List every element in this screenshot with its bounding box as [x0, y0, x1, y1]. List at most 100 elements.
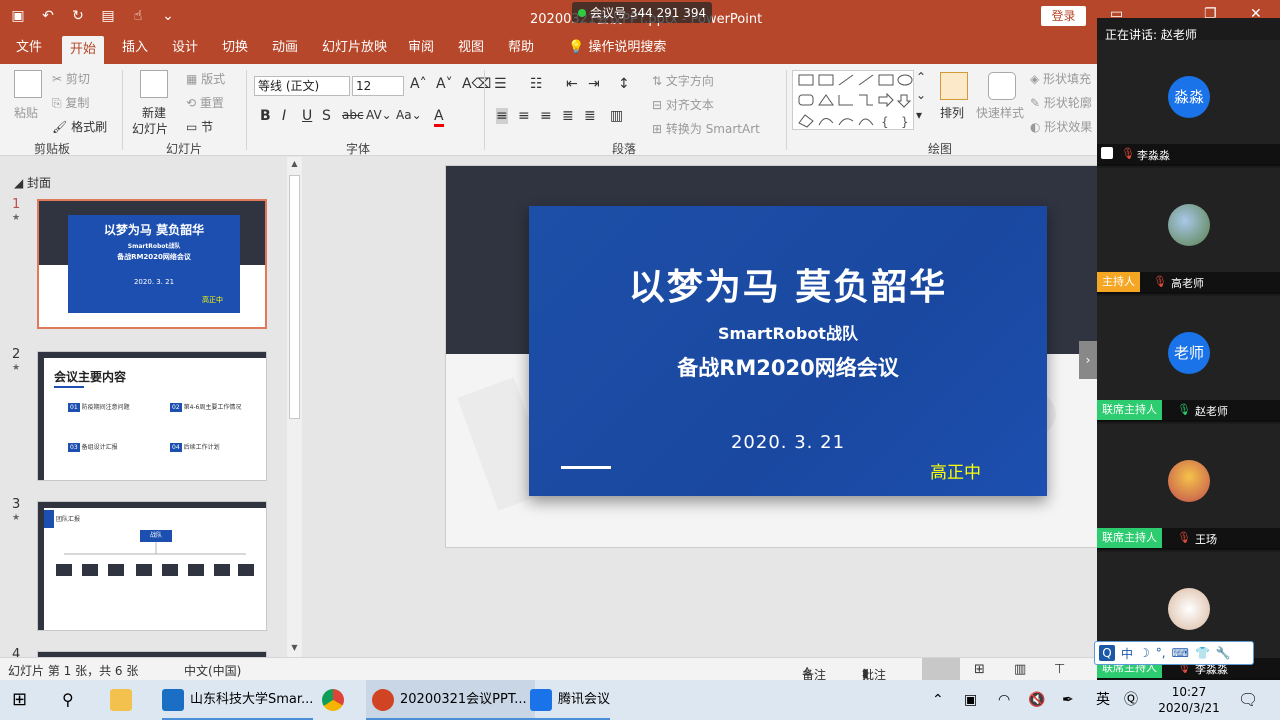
shape-gallery[interactable]: { }	[792, 70, 914, 130]
ime-mode-button[interactable]: 中	[1121, 645, 1133, 662]
clear-format-icon[interactable]: A⌫	[462, 76, 491, 92]
text-direction-button[interactable]: ⇅ 文字方向	[652, 72, 714, 89]
scroll-down-icon[interactable]: ▼	[287, 643, 302, 657]
new-slide-label-2[interactable]: 幻灯片	[132, 120, 168, 137]
decrease-indent-icon[interactable]: ⇤	[566, 76, 578, 92]
reset-button[interactable]: ⟲ 重置	[186, 94, 224, 111]
increase-font-icon[interactable]: A˄	[410, 76, 427, 92]
shape-more-icon[interactable]: ▾	[916, 108, 922, 122]
touch-mode-icon[interactable]: ☝	[128, 6, 148, 26]
line-spacing-icon[interactable]: ↕	[618, 76, 630, 92]
ime-tray-icon[interactable]: 英	[1096, 680, 1110, 720]
paste-icon[interactable]	[14, 70, 42, 98]
tray-expand-icon[interactable]: ⌃	[932, 680, 944, 720]
paste-button[interactable]: 粘贴	[14, 104, 38, 121]
quick-styles-icon[interactable]	[988, 72, 1016, 100]
justify-icon[interactable]: ≣	[562, 108, 574, 124]
thumbnail-scrollbar[interactable]: ▲ ▼	[287, 157, 302, 657]
present-icon[interactable]: ▤	[98, 6, 118, 26]
tab-search[interactable]: 💡 操作说明搜索	[560, 32, 674, 64]
smartart-button[interactable]: ⊞ 转换为 SmartArt	[652, 120, 760, 137]
cut-button[interactable]: ✂ 剪切	[52, 70, 90, 87]
punctuation-icon[interactable]: °,	[1156, 646, 1166, 660]
change-case-icon[interactable]: Aa⌄	[396, 108, 422, 122]
slide-title[interactable]: 以梦为马 莫负韶华	[529, 258, 1047, 310]
language-indicator[interactable]: 中文(中国)	[184, 662, 241, 679]
pen-tray-icon[interactable]: ✒	[1062, 680, 1074, 720]
windows-start-icon[interactable]: ⊞	[12, 680, 27, 720]
underline-icon[interactable]: U	[302, 108, 312, 124]
customize-qat-icon[interactable]: ⌄	[158, 6, 178, 26]
ime-toolbar[interactable]: Q 中 ☽ °, ⌨ 👕 🔧	[1094, 641, 1254, 665]
tab-help[interactable]: 帮助	[500, 32, 542, 64]
font-color-icon[interactable]: A	[434, 108, 444, 127]
taskbar-edge-window[interactable]: 山东科技大学Smar...	[162, 680, 314, 720]
font-size-select[interactable]: 12	[352, 76, 404, 96]
normal-view-icon[interactable]	[922, 658, 960, 680]
shape-scroll-down-icon[interactable]: ⌄	[916, 88, 926, 102]
shape-outline-button[interactable]: ✎ 形状轮廓	[1030, 94, 1092, 111]
numbering-icon[interactable]: ☷	[530, 76, 543, 92]
shape-fill-button[interactable]: ◈ 形状填充	[1030, 70, 1091, 87]
char-spacing-icon[interactable]: AV⌄	[366, 108, 392, 122]
chrome-icon[interactable]	[322, 680, 350, 720]
shape-scroll-up-icon[interactable]: ⌃	[916, 70, 926, 84]
system-clock[interactable]: 10:27 2020/3/21	[1157, 684, 1221, 716]
copy-button[interactable]: ⎘ 复制	[52, 94, 89, 111]
distributed-icon[interactable]: ≣	[584, 108, 596, 124]
title-slide[interactable]: 以梦为马 莫负韶华 SmartRobot战队 备战RM2020网络会议 2020…	[529, 206, 1047, 496]
reading-view-icon[interactable]: ▥	[1014, 662, 1026, 677]
file-explorer-icon[interactable]	[110, 680, 138, 720]
arrange-icon[interactable]	[940, 72, 968, 100]
notification-icon[interactable]: 🗨	[1238, 680, 1258, 720]
align-center-icon[interactable]: ≡	[518, 108, 530, 124]
tab-slideshow[interactable]: 幻灯片放映	[314, 32, 395, 64]
keyboard-icon[interactable]: ⌨	[1172, 646, 1189, 660]
bold-icon[interactable]: B	[260, 108, 271, 124]
italic-icon[interactable]: I	[282, 108, 286, 124]
arrange-button[interactable]: 排列	[940, 104, 964, 121]
next-slide-arrow-icon[interactable]: ›	[1079, 341, 1097, 379]
participant-tile[interactable]: 淼淼 🎙 李淼淼	[1097, 40, 1280, 166]
align-text-button[interactable]: ⊟ 对齐文本	[652, 96, 714, 113]
slide-thumb-3[interactable]: 团队汇报 战队	[37, 501, 267, 631]
slideshow-view-icon[interactable]: ⊤	[1054, 662, 1065, 677]
slide-subtitle-meeting[interactable]: 备战RM2020网络会议	[529, 352, 1047, 382]
participant-tile[interactable]: 主持人 🎙 高老师	[1097, 168, 1280, 294]
undo-icon[interactable]: ↶	[38, 6, 58, 26]
redo-icon[interactable]: ↻	[68, 6, 88, 26]
shadow-icon[interactable]: S	[322, 108, 331, 124]
new-slide-icon[interactable]	[140, 70, 168, 98]
decrease-font-icon[interactable]: A˅	[436, 76, 453, 92]
slide-sorter-icon[interactable]: ⊞	[974, 662, 985, 677]
tab-home[interactable]: 开始	[62, 36, 105, 64]
format-painter-button[interactable]: 🖌 格式刷	[52, 118, 107, 135]
tools-icon[interactable]: 🔧	[1216, 646, 1231, 660]
bullets-icon[interactable]: ☰	[494, 76, 507, 92]
tab-view[interactable]: 视图	[450, 32, 492, 64]
login-button[interactable]: 登录	[1041, 6, 1086, 26]
columns-icon[interactable]: ▥	[610, 108, 623, 124]
qq-tray-icon[interactable]: Ⓠ	[1124, 680, 1138, 720]
shape-effects-button[interactable]: ◐ 形状效果	[1030, 118, 1092, 135]
scroll-up-icon[interactable]: ▲	[287, 159, 302, 173]
section-header[interactable]: ◢ 封面	[14, 174, 51, 191]
layout-button[interactable]: ▦ 版式	[186, 70, 225, 87]
tab-review[interactable]: 审阅	[400, 32, 442, 64]
slide-author[interactable]: 高正中	[930, 458, 981, 483]
search-icon[interactable]: ⚲	[62, 680, 74, 720]
tab-transitions[interactable]: 切换	[214, 32, 256, 64]
tab-insert[interactable]: 插入	[114, 32, 156, 64]
save-icon[interactable]: ▣	[8, 6, 28, 26]
align-left-icon[interactable]: ≡	[496, 108, 508, 124]
slide-thumb-2[interactable]: 会议主要内容 01 防疫期间注意问题 02 第4-6周主要工作情况 03 备组设…	[37, 351, 267, 481]
skin-icon[interactable]: 👕	[1195, 646, 1210, 660]
new-slide-label-1[interactable]: 新建	[142, 104, 166, 121]
volume-muted-icon[interactable]: 🔇	[1028, 680, 1045, 720]
strikethrough-icon[interactable]: abc	[342, 108, 364, 122]
taskbar-meeting-window[interactable]: 腾讯会议	[530, 680, 611, 720]
section-button[interactable]: ▭ 节	[186, 118, 213, 135]
ime-logo-icon[interactable]: Q	[1099, 645, 1115, 661]
slide-subtitle-team[interactable]: SmartRobot战队	[529, 320, 1047, 344]
quick-styles-button[interactable]: 快速样式	[976, 104, 1024, 121]
